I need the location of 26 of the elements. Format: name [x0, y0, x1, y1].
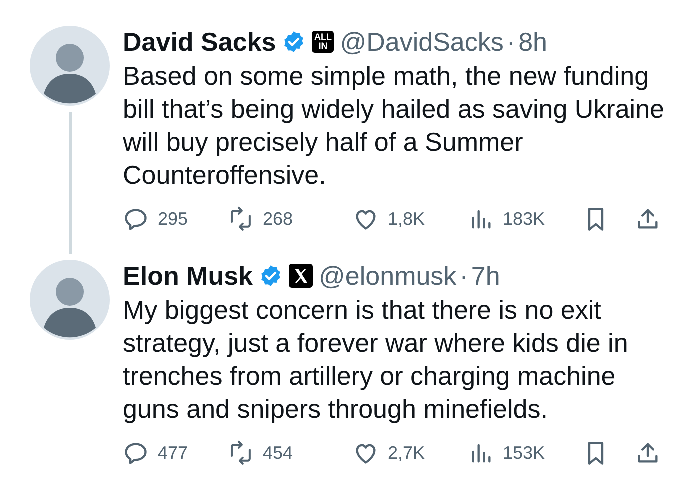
- tweet-text: Based on some simple math, the new funding bill that’s being widely hailed as saving Ukraine will buy precisely half of a Summer Counteroffensive.: [123, 60, 666, 192]
- like-count: 1,8K: [388, 208, 426, 230]
- reply-count: 477: [158, 442, 188, 464]
- post-time[interactable]: 7h: [471, 260, 500, 292]
- repost-icon[interactable]: [228, 440, 254, 466]
- x-logo-icon[interactable]: [289, 264, 314, 288]
- reply-count: 295: [158, 208, 188, 230]
- avatar[interactable]: [30, 26, 110, 106]
- repost-count: 454: [263, 442, 294, 464]
- like-count: 2,7K: [388, 442, 426, 464]
- repost-icon[interactable]: [228, 206, 254, 232]
- view-count: 153K: [503, 442, 546, 464]
- separator-dot: ·: [506, 26, 516, 58]
- repost-count: 268: [263, 208, 294, 230]
- view-count: 183K: [503, 208, 546, 230]
- share-icon[interactable]: [635, 440, 661, 466]
- avatar[interactable]: [30, 260, 110, 340]
- tweet-text: My biggest concern is that there is no exit strategy, just a forever war where kids die in trenches from artillery or charging machine guns and snipers through minefields.: [123, 294, 630, 426]
- affiliate-badge[interactable]: ALL IN: [312, 31, 334, 53]
- share-icon[interactable]: [635, 206, 661, 232]
- author-handle[interactable]: @elonmusk: [319, 260, 457, 292]
- post-time[interactable]: 8h: [518, 26, 548, 58]
- author-handle[interactable]: @DavidSacks: [340, 26, 504, 58]
- author-name[interactable]: David Sacks: [123, 26, 276, 58]
- separator-dot: ·: [460, 260, 468, 292]
- author-name[interactable]: Elon Musk: [123, 260, 254, 292]
